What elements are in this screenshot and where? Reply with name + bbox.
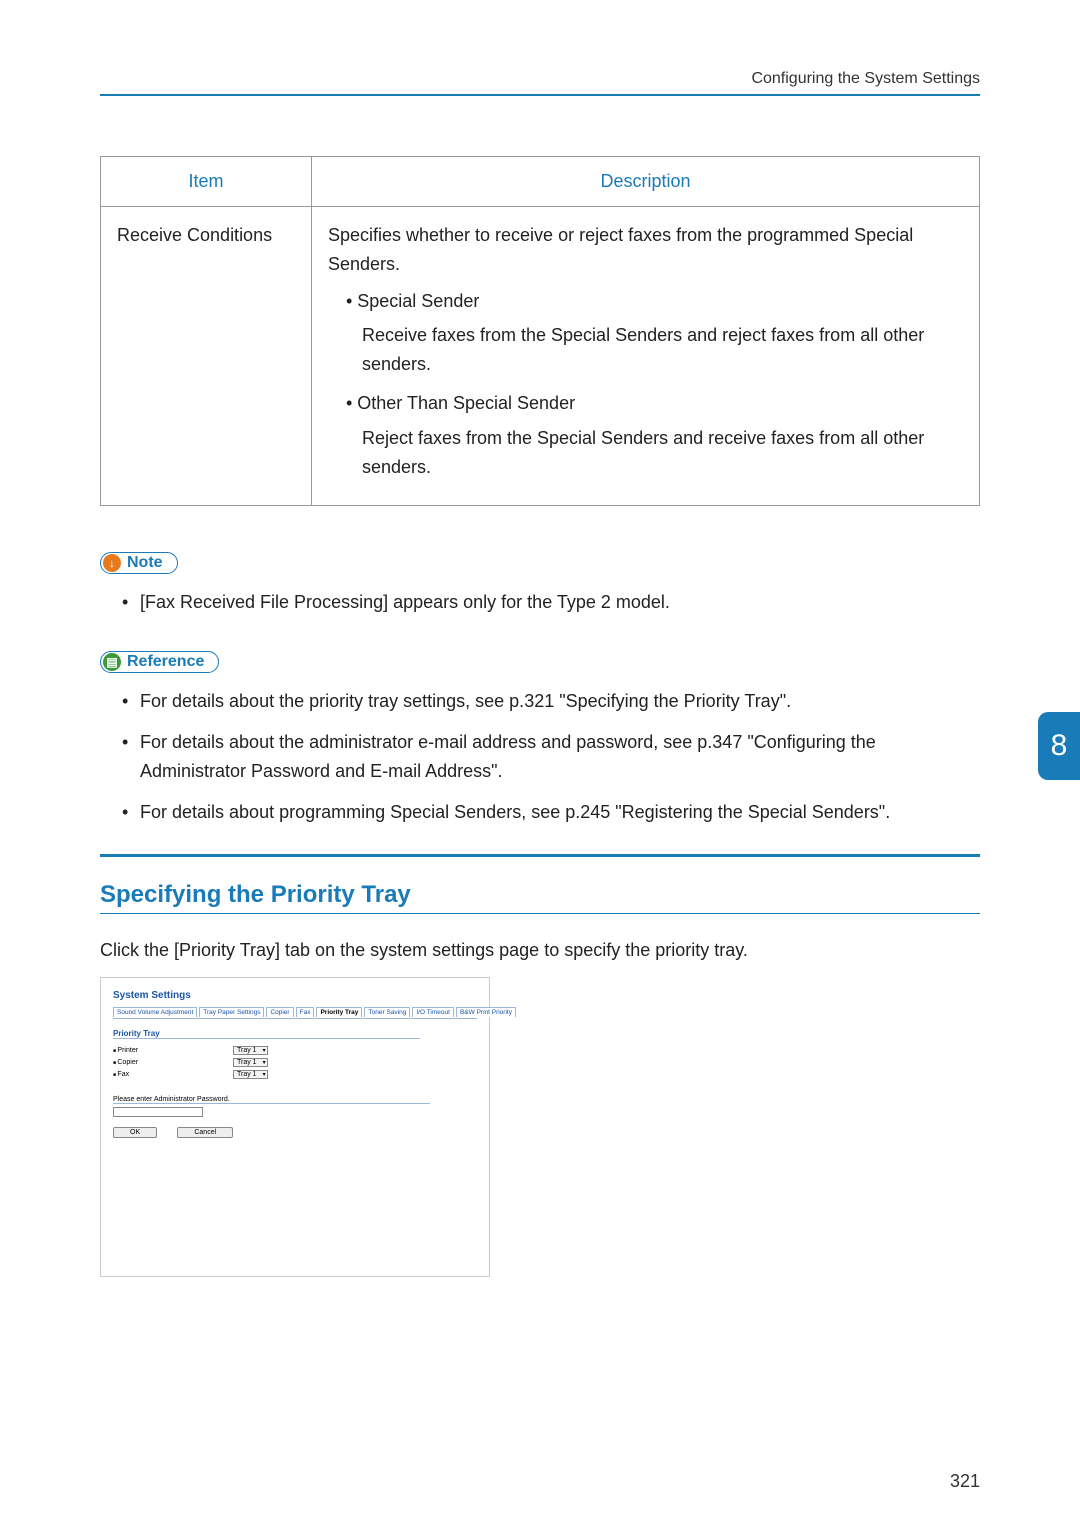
note-label: Note <box>127 554 163 572</box>
table-row: Receive Conditions Specifies whether to … <box>101 207 980 506</box>
ss-row-label: Copier <box>113 1059 233 1066</box>
ss-group-title: Priority Tray <box>113 1029 420 1039</box>
reference-list: For details about the priority tray sett… <box>100 687 980 826</box>
th-item: Item <box>101 157 312 207</box>
section-rule <box>100 854 980 857</box>
ss-select-fax[interactable]: Tray 1 <box>233 1070 268 1079</box>
section-heading: Specifying the Priority Tray <box>100 881 980 914</box>
th-description: Description <box>311 157 979 207</box>
ss-select-copier[interactable]: Tray 1 <box>233 1058 268 1067</box>
ss-row-label: Printer <box>113 1047 233 1054</box>
reference-item: For details about programming Special Se… <box>140 798 980 827</box>
section-body: Click the [Priority Tray] tab on the sys… <box>100 936 980 965</box>
reference-item: For details about the administrator e-ma… <box>140 728 980 786</box>
ss-tab[interactable]: B&W Print Priority <box>456 1007 516 1017</box>
ss-tab[interactable]: I/O Timeout <box>412 1007 454 1017</box>
note-icon: ↓ <box>103 554 121 572</box>
note-list: [Fax Received File Processing] appears o… <box>100 588 980 617</box>
ss-row-label: Fax <box>113 1071 233 1078</box>
inset-screenshot: System Settings Sound Volume Adjustment … <box>100 977 490 1277</box>
ss-row: Copier Tray 1 <box>113 1058 477 1067</box>
ss-ok-button[interactable]: OK <box>113 1127 157 1138</box>
page-header: Configuring the System Settings <box>100 70 980 96</box>
ss-row: Fax Tray 1 <box>113 1070 477 1079</box>
ss-tab[interactable]: Toner Saving <box>364 1007 410 1017</box>
ss-password-label: Please enter Administrator Password. <box>113 1096 430 1104</box>
note-callout: ↓ Note <box>100 552 178 574</box>
ss-tab[interactable]: Tray Paper Settings <box>199 1007 264 1017</box>
bullet-title-0: Special Sender <box>346 291 479 311</box>
page-number: 321 <box>950 1471 980 1492</box>
description-table: Item Description Receive Conditions Spec… <box>100 156 980 506</box>
bullet-title-1: Other Than Special Sender <box>346 393 575 413</box>
ss-password-input[interactable] <box>113 1107 203 1117</box>
ss-select-printer[interactable]: Tray 1 <box>233 1046 268 1055</box>
reference-icon: ▤ <box>103 653 121 671</box>
header-title: Configuring the System Settings <box>751 70 980 87</box>
ss-title: System Settings <box>113 990 477 1001</box>
reference-label: Reference <box>127 653 204 671</box>
reference-callout: ▤ Reference <box>100 651 219 673</box>
cell-item: Receive Conditions <box>101 207 312 506</box>
ss-tab[interactable]: Sound Volume Adjustment <box>113 1007 197 1017</box>
ss-tab-active[interactable]: Priority Tray <box>316 1007 362 1017</box>
bullet-text-0: Receive faxes from the Special Senders a… <box>346 321 963 379</box>
chapter-tab: 8 <box>1038 712 1080 780</box>
note-item: [Fax Received File Processing] appears o… <box>140 588 980 617</box>
ss-tab[interactable]: Copier <box>266 1007 293 1017</box>
bullet-text-1: Reject faxes from the Special Senders an… <box>346 424 963 482</box>
cell-description: Specifies whether to receive or reject f… <box>311 207 979 506</box>
ss-tabrow: Sound Volume Adjustment Tray Paper Setti… <box>113 1007 477 1019</box>
reference-item: For details about the priority tray sett… <box>140 687 980 716</box>
ss-cancel-button[interactable]: Cancel <box>177 1127 233 1138</box>
desc-intro: Specifies whether to receive or reject f… <box>328 221 963 279</box>
ss-tab[interactable]: Fax <box>296 1007 315 1017</box>
ss-row: Printer Tray 1 <box>113 1046 477 1055</box>
